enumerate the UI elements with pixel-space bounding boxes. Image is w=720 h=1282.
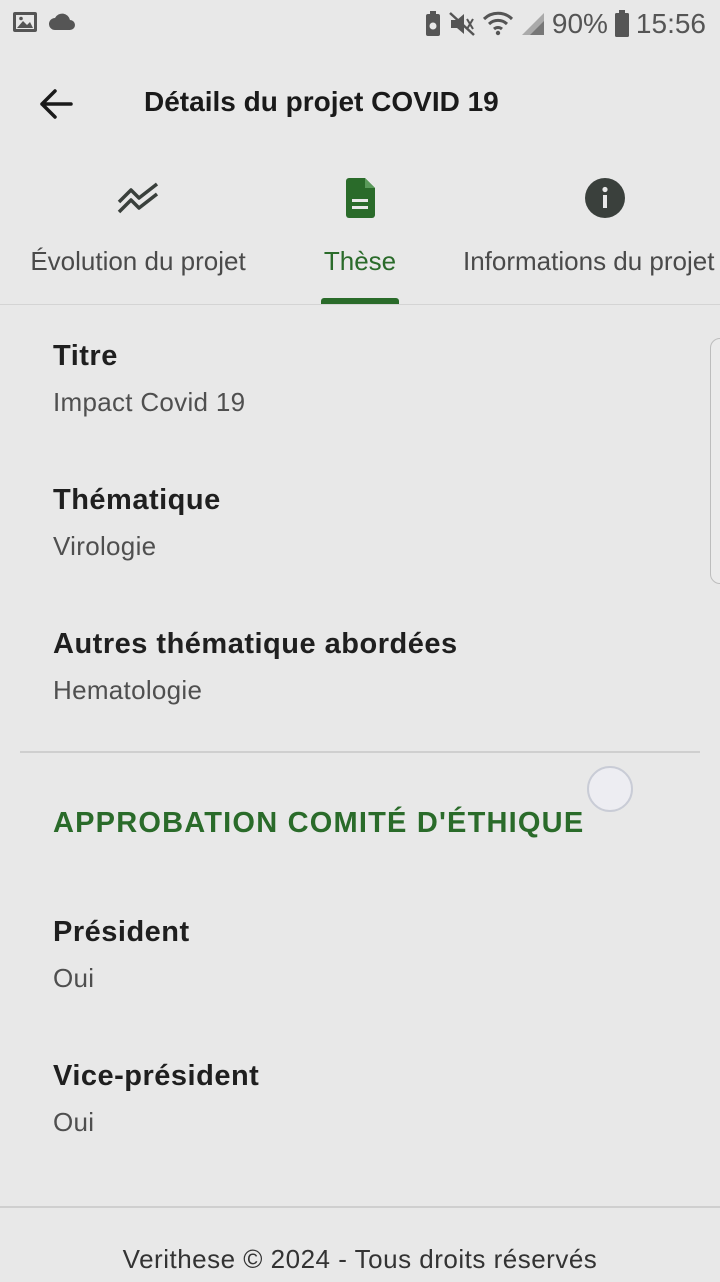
- battery-saver-icon: [424, 10, 442, 38]
- tab-label: Thèse: [323, 246, 397, 276]
- tab-label: Évolution du projet: [30, 246, 246, 276]
- touch-indicator: [587, 766, 633, 812]
- tab-project-evolution[interactable]: Évolution du projet: [20, 160, 256, 304]
- footer: Verithese © 2024 - Tous droits réservés: [0, 1206, 720, 1282]
- field-label: Thématique: [53, 484, 221, 516]
- field-value: Hematologie: [53, 675, 203, 705]
- active-tab-indicator: [321, 298, 399, 304]
- back-button[interactable]: [30, 80, 80, 128]
- field-value: Oui: [53, 963, 95, 993]
- image-icon: [12, 10, 38, 39]
- divider: [20, 751, 700, 753]
- arrow-back-icon: [40, 89, 73, 119]
- info-icon: [585, 178, 625, 218]
- field-label: Autres thématique abordées: [53, 628, 458, 660]
- page-title: Détails du projet COVID 19: [144, 86, 499, 117]
- app-bar: Détails du projet COVID 19: [0, 60, 720, 148]
- field-theme: Thématique Virologie: [53, 484, 221, 562]
- timeline-icon: [117, 182, 159, 214]
- field-value: Impact Covid 19: [53, 387, 246, 417]
- battery-icon: [614, 10, 630, 38]
- field-president: Président Oui: [53, 916, 190, 994]
- field-label: Président: [53, 916, 190, 948]
- document-icon: [346, 178, 375, 218]
- scrollbar-handle[interactable]: [710, 338, 720, 584]
- field-label: Vice-président: [53, 1060, 260, 1092]
- tab-label: Informations du projet: [463, 246, 715, 276]
- mute-icon: [448, 11, 476, 37]
- field-value: Oui: [53, 1107, 95, 1137]
- thesis-content: Titre Impact Covid 19 Thématique Virolog…: [0, 305, 720, 1205]
- wifi-icon: [482, 11, 514, 37]
- copyright-text: Verithese © 2024 - Tous droits réservés: [122, 1244, 598, 1274]
- tab-thesis[interactable]: Thèse: [321, 160, 399, 304]
- battery-percent: 90%: [551, 8, 608, 39]
- clock: 15:56: [635, 8, 706, 39]
- signal-icon: [520, 11, 546, 37]
- field-title: Titre Impact Covid 19: [53, 340, 245, 418]
- tab-project-info[interactable]: Informations du projet: [463, 160, 720, 304]
- status-bar: 90% 15:56: [0, 0, 720, 50]
- cloud-icon: [48, 12, 76, 37]
- ethics-section-title: APPROBATION COMITÉ D'ÉTHIQUE: [53, 807, 585, 839]
- field-value: Virologie: [53, 531, 157, 561]
- field-vice-president: Vice-président Oui: [53, 1060, 259, 1138]
- field-label: Titre: [53, 340, 118, 372]
- tab-bar: Évolution du projet Thèse Informations d…: [0, 160, 720, 305]
- field-other-themes: Autres thématique abordées Hematologie: [53, 628, 458, 706]
